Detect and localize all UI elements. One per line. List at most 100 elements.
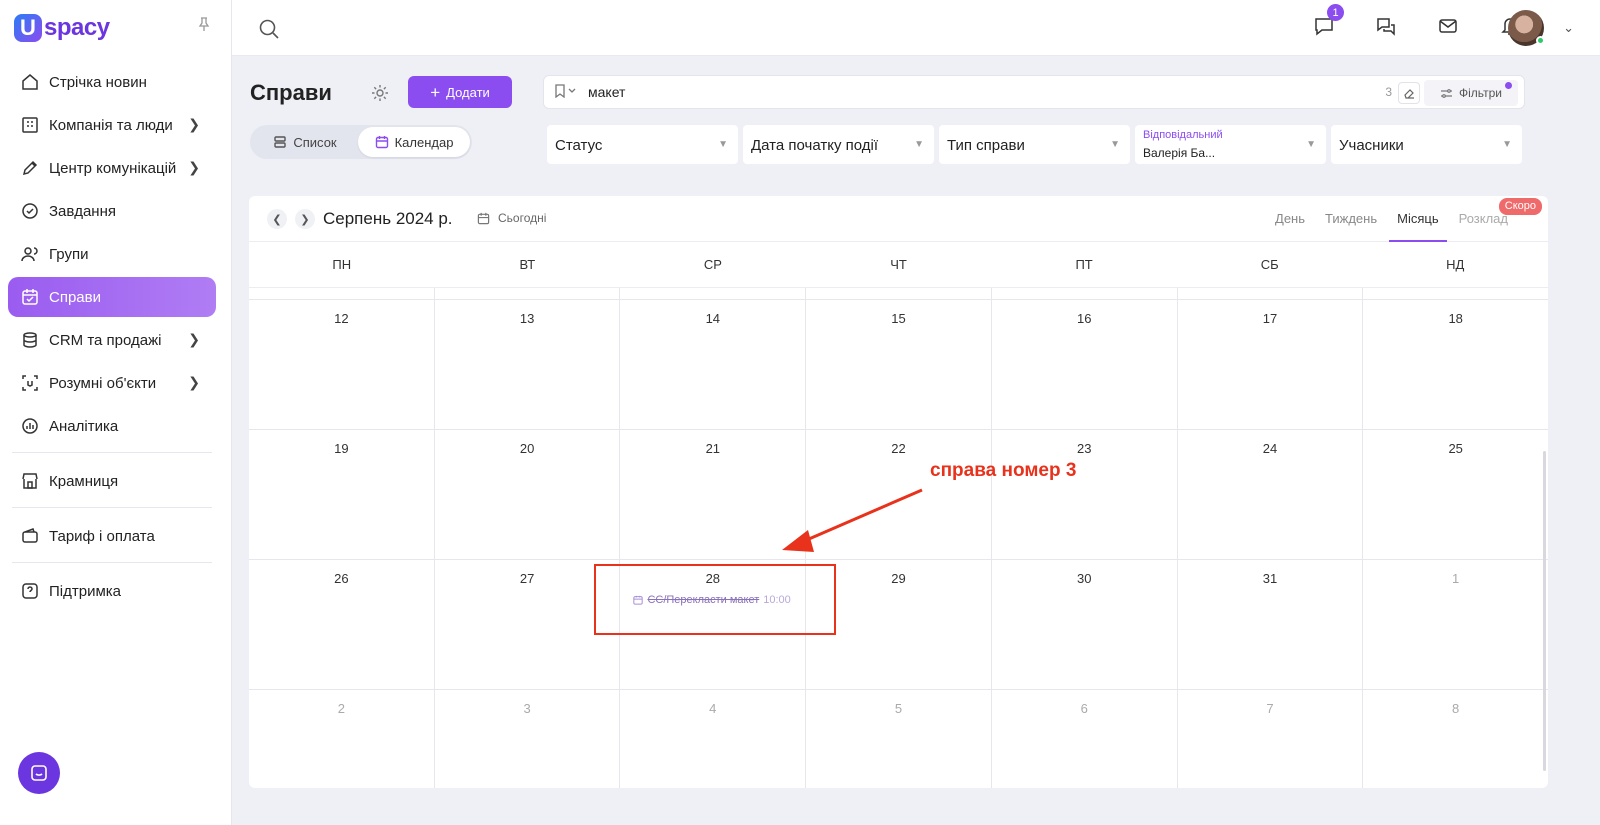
sidebar-item-10[interactable]: Крамниця <box>8 461 216 501</box>
calendar-day-cell[interactable]: 14 <box>620 300 807 429</box>
filter-sliders-icon <box>1441 88 1452 98</box>
sidebar-item-8[interactable]: Розумні об'єкти ❯ <box>8 363 216 403</box>
chevron-down-icon: ▼ <box>1306 139 1316 150</box>
sidebar-item-5[interactable]: Групи <box>8 234 216 274</box>
scrollbar[interactable] <box>1543 451 1546 771</box>
sidebar-item-4[interactable]: Завдання <box>8 191 216 231</box>
user-avatar[interactable] <box>1508 10 1545 46</box>
chat-widget-button[interactable] <box>18 752 60 794</box>
status-filter-label: Статус <box>555 137 603 154</box>
sidebar: U spacy Стрічка новин Компанія та люди ❯ Це… <box>0 0 232 825</box>
case-type-filter[interactable]: Тип справи ▼ <box>939 125 1130 164</box>
gear-icon[interactable] <box>370 83 390 103</box>
calendar-day-cell[interactable]: 12 <box>249 300 435 429</box>
responsible-filter[interactable]: Відповідальний Валерія Ба... ▼ <box>1135 125 1326 164</box>
calendar-day-cell[interactable]: 3 <box>435 690 621 788</box>
clear-search-button[interactable] <box>1398 82 1420 104</box>
sidebar-item-label: Групи <box>49 245 89 263</box>
calendar-week-row: 26 27 28 СС/Перекласти макет 10:00 29 30 31 1 <box>249 560 1548 690</box>
tab-week[interactable]: Тиждень <box>1315 196 1387 242</box>
calendar-day-cell[interactable]: 15 <box>806 300 992 429</box>
search-icon[interactable] <box>258 18 280 40</box>
chats-button[interactable] <box>1374 14 1398 38</box>
check-circle-icon <box>20 201 40 221</box>
tab-month[interactable]: Місяць <box>1387 196 1448 242</box>
list-view-label: Список <box>293 134 337 150</box>
chevron-down-icon[interactable]: ⌄ <box>1563 20 1574 36</box>
calendar-day-cell[interactable]: 17 <box>1178 300 1364 429</box>
calendar-day-cell[interactable]: 19 <box>249 430 435 559</box>
calendar-day-cell[interactable]: 30 <box>992 560 1178 689</box>
chevron-down-icon: ▼ <box>1502 139 1512 150</box>
smart-object-icon <box>20 373 40 393</box>
day-number: 23 <box>1077 441 1092 456</box>
logo-text: spacy <box>44 14 110 41</box>
today-button[interactable]: Сьогодні <box>477 211 546 225</box>
home-icon <box>20 72 40 92</box>
logo[interactable]: U spacy <box>14 12 110 44</box>
calendar-day-cell[interactable]: 27 <box>435 560 621 689</box>
sidebar-item-label: CRM та продажі <box>49 331 162 349</box>
calendar-day-cell[interactable]: 24 <box>1178 430 1364 559</box>
chevron-right-icon: ❯ <box>188 331 200 347</box>
participants-filter[interactable]: Учасники ▼ <box>1331 125 1522 164</box>
bookmark-icon[interactable] <box>554 84 578 101</box>
sidebar-item-6[interactable]: Справи <box>8 277 216 317</box>
day-number: 21 <box>705 441 721 456</box>
previous-week-strip <box>249 288 1548 300</box>
sidebar-item-1[interactable]: Стрічка новин <box>8 62 216 102</box>
calendar-day-cell[interactable]: 16 <box>992 300 1178 429</box>
pin-icon[interactable] <box>196 16 214 34</box>
month-title: Серпень 2024 р. <box>323 209 453 228</box>
list-view-button[interactable]: Список <box>252 127 358 157</box>
calendar-day-cell[interactable]: 8 <box>1363 690 1548 788</box>
search-input[interactable] <box>588 77 1388 107</box>
calendar-day-cell[interactable]: 31 <box>1178 560 1364 689</box>
calendar-day-cell[interactable]: 13 <box>435 300 621 429</box>
weekday-label: СР <box>703 257 722 272</box>
calendar-day-cell[interactable]: 25 <box>1363 430 1548 559</box>
calendar-day-cell[interactable]: 7 <box>1178 690 1364 788</box>
calendar-view-button[interactable]: Календар <box>358 127 470 157</box>
chevron-down-icon: ▼ <box>914 139 924 150</box>
soon-badge: Скоро <box>1498 198 1542 215</box>
sidebar-item-2[interactable]: Компанія та люди ❯ <box>8 105 216 145</box>
calendar-day-cell[interactable]: 6 <box>992 690 1178 788</box>
day-number: 27 <box>519 571 535 586</box>
calendar-day-cell[interactable]: 26 <box>249 560 435 689</box>
chevron-down-icon: ▼ <box>718 139 728 150</box>
next-month-button[interactable]: ❯ <box>295 209 315 229</box>
day-number: 16 <box>1077 311 1092 326</box>
sidebar-item-11[interactable]: Тариф і оплата <box>8 516 216 556</box>
sidebar-item-7[interactable]: CRM та продажі ❯ <box>8 320 216 360</box>
calendar-day-cell[interactable]: 18 <box>1363 300 1548 429</box>
sidebar-item-9[interactable]: Аналітика <box>8 406 216 446</box>
sidebar-item-label: Тариф і оплата <box>49 527 155 545</box>
chevron-left-icon: ❮ <box>272 213 282 226</box>
day-number: 8 <box>1452 701 1460 716</box>
start-date-filter[interactable]: Дата початку події ▼ <box>743 125 934 164</box>
sidebar-item-12[interactable]: Підтримка <box>8 571 216 611</box>
calendar-day-cell[interactable]: 5 <box>806 690 992 788</box>
calendar-day-cell[interactable]: 2 <box>249 690 435 788</box>
messages-button[interactable]: 1 <box>1312 4 1344 38</box>
calendar-day-cell[interactable]: 23 <box>992 430 1178 559</box>
tab-day[interactable]: День <box>1265 196 1315 242</box>
prev-month-button[interactable]: ❮ <box>267 209 287 229</box>
calendar-day-cell[interactable]: 20 <box>435 430 621 559</box>
status-filter[interactable]: Статус ▼ <box>547 125 738 164</box>
sidebar-item-3[interactable]: Центр комунікацій ❯ <box>8 148 216 188</box>
mail-button[interactable] <box>1436 14 1460 38</box>
sidebar-divider <box>12 507 212 508</box>
day-number: 6 <box>1080 701 1088 716</box>
chat-icon <box>31 765 47 781</box>
case-type-filter-label: Тип справи <box>947 137 1025 154</box>
view-toggle: Список Календар <box>250 125 472 159</box>
add-button[interactable]: + Додати <box>408 76 512 108</box>
chevron-down-icon: ▼ <box>1110 139 1120 150</box>
annotation-highlight-box <box>594 564 836 635</box>
calendar-day-cell[interactable]: 4 <box>620 690 807 788</box>
day-number: 31 <box>1262 571 1278 586</box>
calendar-day-cell[interactable]: 1 <box>1363 560 1548 689</box>
filters-button[interactable]: Фільтри <box>1424 80 1518 106</box>
